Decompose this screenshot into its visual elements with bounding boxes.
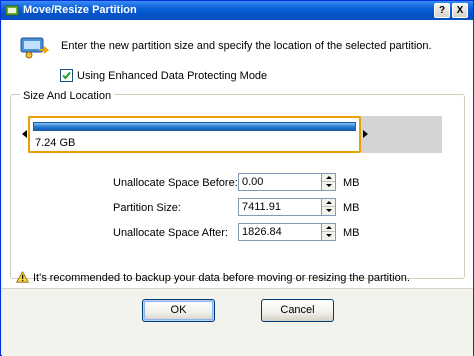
- spin-down-icon[interactable]: [322, 182, 335, 190]
- partition-size-unit: MB: [343, 202, 360, 214]
- spin-down-icon[interactable]: [322, 232, 335, 240]
- space-after-spinner[interactable]: [322, 223, 336, 241]
- space-before-input[interactable]: 0.00: [238, 173, 322, 191]
- partition-usage-bar: [33, 122, 356, 131]
- spin-up-icon[interactable]: [322, 199, 335, 207]
- group-legend: Size And Location: [20, 90, 115, 102]
- space-after-input[interactable]: 1826.84: [238, 223, 322, 241]
- help-button[interactable]: ?: [434, 3, 450, 18]
- ok-button[interactable]: OK: [142, 299, 215, 322]
- close-button[interactable]: X: [452, 3, 468, 18]
- button-bar: [2, 288, 473, 356]
- backup-warning-text: It's recommended to backup your data bef…: [33, 272, 410, 284]
- space-after-label: Unallocate Space After:: [113, 227, 228, 239]
- enhanced-protect-checkbox[interactable]: [60, 69, 73, 82]
- enhanced-protect-label[interactable]: Using Enhanced Data Protecting Mode: [77, 70, 267, 82]
- partition-size-label: 7.24 GB: [35, 137, 76, 149]
- move-resize-icon: [20, 37, 49, 59]
- partition-block[interactable]: 7.24 GB: [28, 116, 361, 153]
- instruction-text: Enter the new partition size and specify…: [61, 40, 432, 52]
- warning-icon: [16, 271, 29, 283]
- title-bar[interactable]: Move/Resize Partition ? X: [1, 1, 473, 20]
- spin-down-icon[interactable]: [322, 207, 335, 215]
- move-resize-dialog: Move/Resize Partition ? X Enter the new …: [0, 0, 474, 356]
- partition-size-spinner[interactable]: [322, 198, 336, 216]
- space-after-unit: MB: [343, 227, 360, 239]
- cancel-button[interactable]: Cancel: [261, 299, 334, 322]
- partition-size-input[interactable]: 7411.91: [238, 198, 322, 216]
- partition-app-icon: [5, 5, 19, 16]
- spin-up-icon[interactable]: [322, 224, 335, 232]
- space-before-unit: MB: [343, 177, 360, 189]
- space-before-spinner[interactable]: [322, 173, 336, 191]
- right-handle-icon[interactable]: [363, 130, 368, 138]
- left-handle-icon[interactable]: [22, 130, 27, 138]
- checkmark-icon: [62, 71, 71, 80]
- partition-size-field-label: Partition Size:: [113, 202, 181, 214]
- spin-up-icon[interactable]: [322, 174, 335, 182]
- space-before-label: Unallocate Space Before:: [113, 177, 238, 189]
- window-title: Move/Resize Partition: [23, 4, 137, 16]
- dialog-body: Enter the new partition size and specify…: [2, 20, 473, 356]
